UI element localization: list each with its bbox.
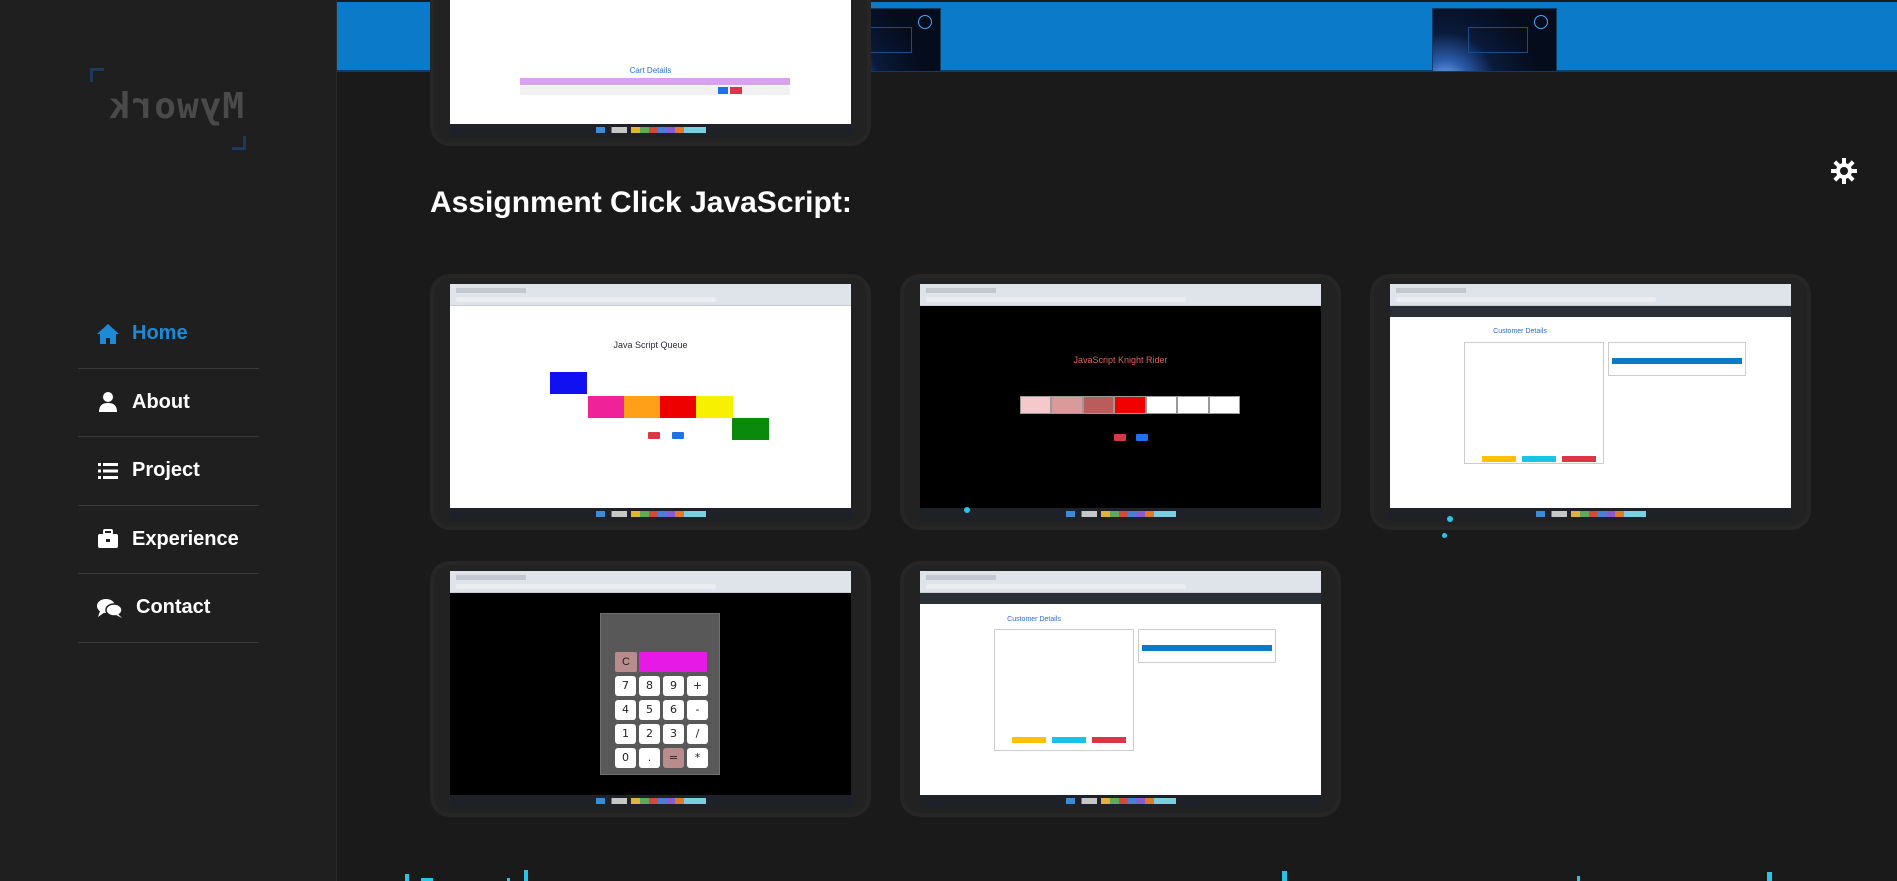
section-title: Assignment Click JavaScript: [430,186,852,219]
customer-details-heading: Customer Details [1493,328,1547,335]
logo-corner-top-left [90,68,104,82]
accent-dot [964,507,970,513]
knight-rider-title: JavaScript Knight Rider [1073,355,1168,365]
briefcase-icon [94,527,122,551]
home-icon [94,322,122,346]
project-card-customer-details-1[interactable]: Customer Details [1374,278,1807,526]
sidebar-item-home[interactable]: Home [78,300,259,369]
comments-icon [96,596,124,620]
accent-dot [1447,516,1453,522]
project-screenshot: Customer Details [1390,284,1791,520]
project-card-javascript-queue[interactable]: Java Script Queue [434,278,867,526]
list-icon [94,459,122,483]
sidebar-item-label: Home [132,322,188,345]
project-screenshot: JavaScript Knight Rider [920,284,1321,520]
user-icon [94,390,122,414]
project-screenshot: Java Script Queue [450,284,851,520]
banner-image-right [1432,8,1557,72]
queue-title: Java Script Queue [613,340,688,350]
project-card-calculator[interactable]: C 7 8 9 + 4 5 6 - 1 2 3 / 0 . = * [434,565,867,813]
accent-dot [1442,533,1447,538]
project-screenshot: Cart Details [450,0,851,136]
calculator-widget: C 7 8 9 + 4 5 6 - 1 2 3 / 0 . = * [600,613,720,775]
cart-details-title: Cart Details [629,66,672,75]
project-screenshot: Customer Details [920,571,1321,807]
sidebar-item-contact[interactable]: Contact [78,574,259,643]
logo[interactable]: Mywork [90,68,246,150]
bottom-wave-decoration [405,870,1772,881]
sidebar-item-label: Contact [136,596,211,619]
sidebar-item-about[interactable]: About [78,369,259,437]
project-card-customer-details-2[interactable]: Customer Details [904,565,1337,813]
settings-gear-icon[interactable] [1830,157,1858,185]
sidebar-item-label: Experience [132,527,239,550]
logo-text: Mywork [108,86,245,127]
sidebar-item-project[interactable]: Project [78,437,259,506]
customer-details-heading: Customer Details [1007,616,1061,623]
sidebar-nav: Home About Project Experience Contact [78,300,259,643]
sidebar-item-label: Project [132,459,200,482]
project-card-cart[interactable]: Cart Details [434,0,867,142]
project-card-knight-rider[interactable]: JavaScript Knight Rider [904,278,1337,526]
logo-corner-bottom-right [232,136,246,150]
sidebar-item-experience[interactable]: Experience [78,506,259,574]
project-screenshot: C 7 8 9 + 4 5 6 - 1 2 3 / 0 . = * [450,571,851,807]
sidebar-item-label: About [132,390,190,413]
sidebar: Mywork Home About Project Experience Con… [0,0,337,881]
